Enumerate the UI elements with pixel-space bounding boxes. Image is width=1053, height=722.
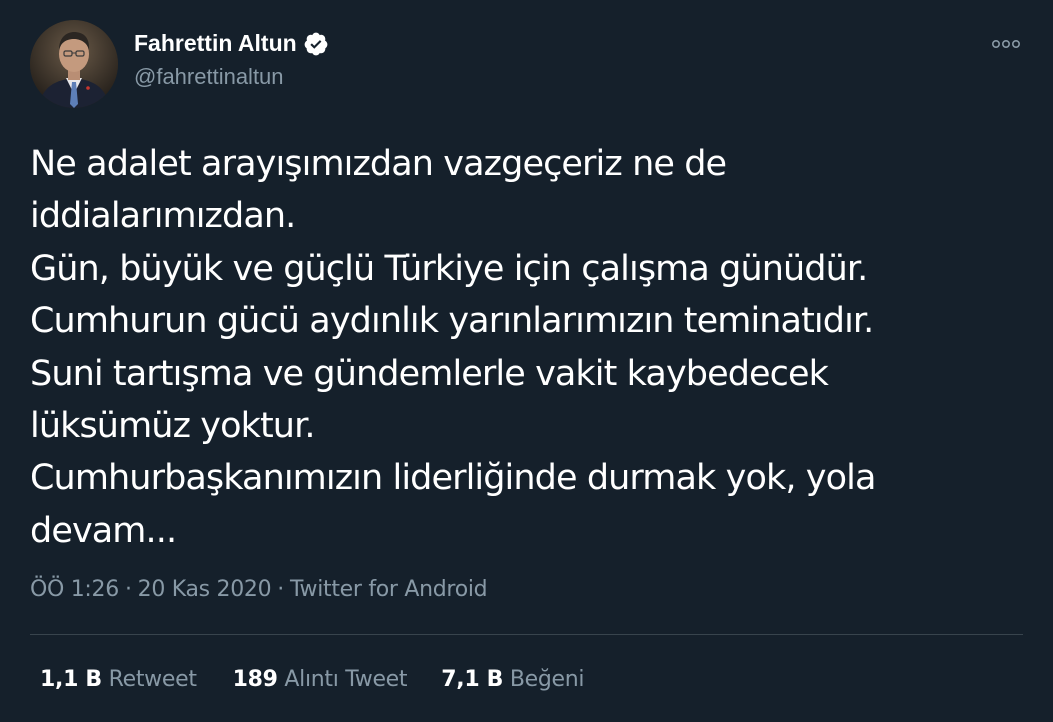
tweet-line: devam...	[30, 510, 177, 551]
verified-badge-icon	[304, 32, 328, 55]
avatar[interactable]	[30, 20, 118, 108]
quotes-label: Alıntı Tweet	[284, 667, 408, 692]
meta-separator: ·	[277, 577, 284, 602]
display-name-text: Fahrettin Altun	[134, 30, 297, 56]
likes-stat-link[interactable]: 7,1 B Beğeni	[441, 667, 584, 692]
tweet-line: Cumhurun gücü aydınlık yarınlarımızın te…	[30, 301, 874, 342]
user-handle[interactable]: @fahrettinaltun	[134, 64, 284, 90]
tweet-line: Gün, büyük ve güçlü Türkiye için çalışma…	[30, 248, 868, 289]
quotes-stat-link[interactable]: 189 Alıntı Tweet	[233, 667, 408, 692]
likes-label: Beğeni	[509, 667, 585, 692]
tweet-source-link[interactable]: Twitter for Android	[290, 577, 488, 602]
retweets-count: 1,1 B	[40, 667, 102, 692]
tweet-time-link[interactable]: ÖÖ 1:26	[30, 577, 119, 602]
tweet-line: Suni tartışma ve gündemlerle vakit kaybe…	[30, 353, 829, 394]
display-name[interactable]: Fahrettin Altun	[134, 30, 329, 57]
likes-count: 7,1 B	[441, 667, 504, 692]
more-options-icon	[991, 39, 1020, 49]
tweet-stats: 1,1 B Retweet 189 Alıntı Tweet 7,1 B Beğ…	[40, 667, 585, 692]
tweet-line: Ne adalet arayışımızdan vazgeçeriz ne de	[30, 144, 727, 184]
tweet-date-link[interactable]: 20 Kas 2020	[138, 577, 272, 602]
meta-separator: ·	[124, 577, 132, 602]
quotes-count: 189	[232, 667, 278, 692]
tweet-line: lüksümüz yoktur.	[30, 406, 315, 447]
tweet-meta: ÖÖ 1:26 · 20 Kas 2020 · Twitter for Android	[30, 577, 488, 602]
profile-photo-avatar-icon	[30, 20, 118, 108]
tweet-line: Cumhurbaşkanımızın liderliğinde durmak y…	[30, 458, 876, 499]
divider	[30, 634, 1023, 635]
retweets-stat-link[interactable]: 1,1 B Retweet	[40, 667, 197, 692]
tweet-line: iddialarımızdan.	[30, 196, 296, 237]
more-options-button[interactable]	[988, 30, 1024, 58]
tweet-card: Fahrettin Altun @fahrettinaltun Ne adale…	[0, 0, 1053, 722]
retweets-label: Retweet	[108, 667, 197, 692]
tweet-text: Ne adalet arayışımızdan vazgeçeriz ne de…	[30, 138, 1020, 557]
